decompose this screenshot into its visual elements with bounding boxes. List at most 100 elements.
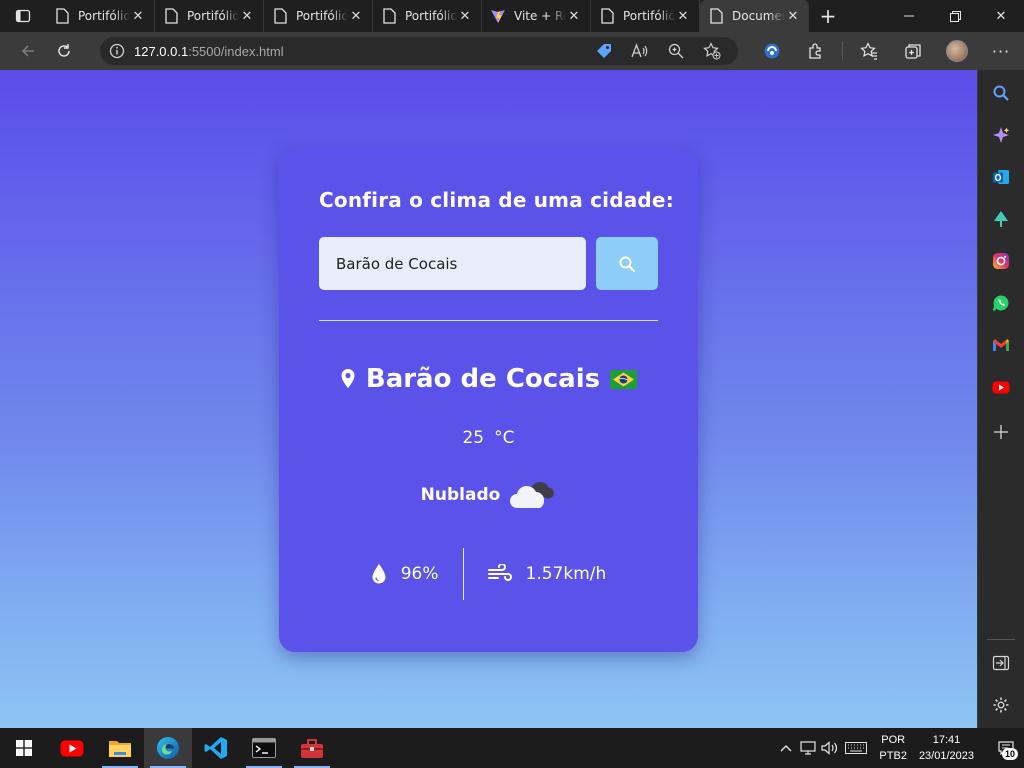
sidebar-search-icon[interactable] xyxy=(990,82,1012,104)
tab-actions-button[interactable] xyxy=(0,0,46,32)
taskbar-vscode[interactable] xyxy=(192,728,240,768)
taskbar-file-explorer[interactable] xyxy=(96,728,144,768)
search-button[interactable] xyxy=(596,237,658,290)
url-path: :5500/index.html xyxy=(188,43,284,59)
favorites-icon[interactable] xyxy=(847,35,891,67)
collections-icon[interactable] xyxy=(891,35,935,67)
vite-icon xyxy=(490,8,506,24)
sidebar-add-icon[interactable] xyxy=(990,421,1012,443)
sidebar-instagram-icon[interactable] xyxy=(990,250,1012,272)
show-hidden-icons-button[interactable] xyxy=(775,728,797,768)
address-bar[interactable]: 127.0.0.1:5500/index.html xyxy=(100,37,738,65)
minimize-icon xyxy=(904,15,914,17)
folder-icon xyxy=(109,741,131,757)
restore-icon xyxy=(949,10,961,22)
clock-time: 17:41 xyxy=(932,734,961,746)
plus-icon: + xyxy=(819,4,837,28)
close-tab-icon[interactable]: ✕ xyxy=(675,8,691,24)
clock[interactable]: 17:41 23/01/2023 xyxy=(919,732,974,764)
tab-actions-icon xyxy=(15,9,31,23)
sidebar-youtube-icon[interactable] xyxy=(990,376,1012,398)
tab-strip: Portifólio ✕ Portifólio ✕ Portifólio ✕ P… xyxy=(0,0,1024,32)
add-favorite-icon[interactable] xyxy=(696,37,728,65)
humidity-detail: 96% xyxy=(347,563,463,585)
close-tab-icon[interactable]: ✕ xyxy=(566,8,582,24)
browser-essentials-icon[interactable] xyxy=(750,35,794,67)
notification-center-button[interactable]: 10 xyxy=(988,728,1024,768)
system-tray: POR PTB2 17:41 23/01/2023 10 xyxy=(775,728,1024,768)
browser-tab[interactable]: Portifólio ✕ xyxy=(591,0,700,32)
close-tab-icon[interactable]: ✕ xyxy=(457,8,473,24)
windows-taskbar: POR PTB2 17:41 23/01/2023 10 xyxy=(0,728,1024,768)
condition-row: Nublado xyxy=(279,478,698,512)
profile-avatar[interactable] xyxy=(935,35,979,67)
taskbar-terminal[interactable] xyxy=(240,728,288,768)
sidebar-gmail-icon[interactable] xyxy=(990,334,1012,356)
windows-logo-icon xyxy=(16,740,32,756)
page-icon xyxy=(708,8,724,24)
refresh-icon xyxy=(58,44,70,57)
page-viewport: Confira o clima de uma cidade: Barão de … xyxy=(0,70,977,728)
price-tag-icon[interactable] xyxy=(588,37,620,65)
refresh-button[interactable] xyxy=(46,35,82,67)
new-tab-button[interactable]: + xyxy=(813,0,843,32)
close-tab-icon[interactable]: ✕ xyxy=(239,8,255,24)
browser-tab-active[interactable]: Document ✕ xyxy=(700,0,809,32)
toolbar-right: ··· xyxy=(750,35,1023,67)
sidebar-whatsapp-icon[interactable] xyxy=(990,292,1012,314)
edge-icon xyxy=(157,737,179,759)
brazil-flag-icon xyxy=(610,369,638,389)
city-name: Barão de Cocais xyxy=(365,364,601,394)
window-controls: ✕ xyxy=(886,0,1024,32)
browser-tab[interactable]: Vite + React ✕ xyxy=(482,0,591,32)
temperature-unit: °C xyxy=(494,428,515,448)
input-language[interactable]: POR PTB2 xyxy=(879,732,907,764)
browser-tab[interactable]: Portifólio ✕ xyxy=(373,0,482,32)
browser-tab[interactable]: Portifólio ✕ xyxy=(264,0,373,32)
read-aloud-icon[interactable] xyxy=(624,37,656,65)
humidity-drop-icon xyxy=(372,564,386,584)
close-tab-icon[interactable]: ✕ xyxy=(130,8,146,24)
sidebar-copilot-icon[interactable] xyxy=(990,124,1012,146)
taskbar-youtube[interactable] xyxy=(48,728,96,768)
sidebar-tree-icon[interactable] xyxy=(990,208,1012,230)
location-pin-icon xyxy=(341,369,355,388)
avatar xyxy=(946,40,968,62)
cloudy-icon xyxy=(510,482,555,508)
browser-tab[interactable]: Portifólio ✕ xyxy=(46,0,155,32)
taskbar-edge[interactable] xyxy=(144,728,192,768)
sidebar-outlook-icon[interactable] xyxy=(990,166,1012,188)
page-icon xyxy=(381,8,397,24)
tab-title: Portifólio xyxy=(405,9,457,23)
network-icon[interactable] xyxy=(797,728,819,768)
taskbar-toolbox[interactable] xyxy=(288,728,336,768)
volume-icon[interactable] xyxy=(819,728,841,768)
site-info-icon[interactable] xyxy=(100,43,134,59)
start-button[interactable] xyxy=(0,728,48,768)
minimize-button[interactable] xyxy=(886,0,932,32)
tab-title: Portifólio xyxy=(296,9,348,23)
wind-icon xyxy=(487,564,512,581)
tab-title: Vite + React xyxy=(514,9,566,23)
notification-badge: 10 xyxy=(1001,748,1018,760)
close-window-button[interactable]: ✕ xyxy=(978,0,1024,32)
page-icon xyxy=(272,8,288,24)
browser-tab[interactable]: Portifólio ✕ xyxy=(155,0,264,32)
keyboard-icon[interactable] xyxy=(841,728,871,768)
weather-condition: Nublado xyxy=(420,485,501,505)
tab-title: Portifólio xyxy=(623,9,675,23)
tab-title: Portifólio xyxy=(187,9,239,23)
url-host: 127.0.0.1 xyxy=(134,43,189,59)
sidebar-settings-icon[interactable] xyxy=(990,694,1012,716)
extensions-icon[interactable] xyxy=(794,35,838,67)
back-button[interactable] xyxy=(10,35,46,67)
weather-card: Confira o clima de uma cidade: Barão de … xyxy=(279,148,698,652)
settings-more-button[interactable]: ··· xyxy=(979,35,1023,67)
restore-button[interactable] xyxy=(932,0,978,32)
city-search-input[interactable] xyxy=(319,237,586,290)
close-tab-icon[interactable]: ✕ xyxy=(348,8,364,24)
close-tab-icon[interactable]: ✕ xyxy=(785,8,801,24)
zoom-icon[interactable] xyxy=(660,37,692,65)
sidebar-hide-icon[interactable] xyxy=(990,652,1012,674)
page-icon xyxy=(54,8,70,24)
